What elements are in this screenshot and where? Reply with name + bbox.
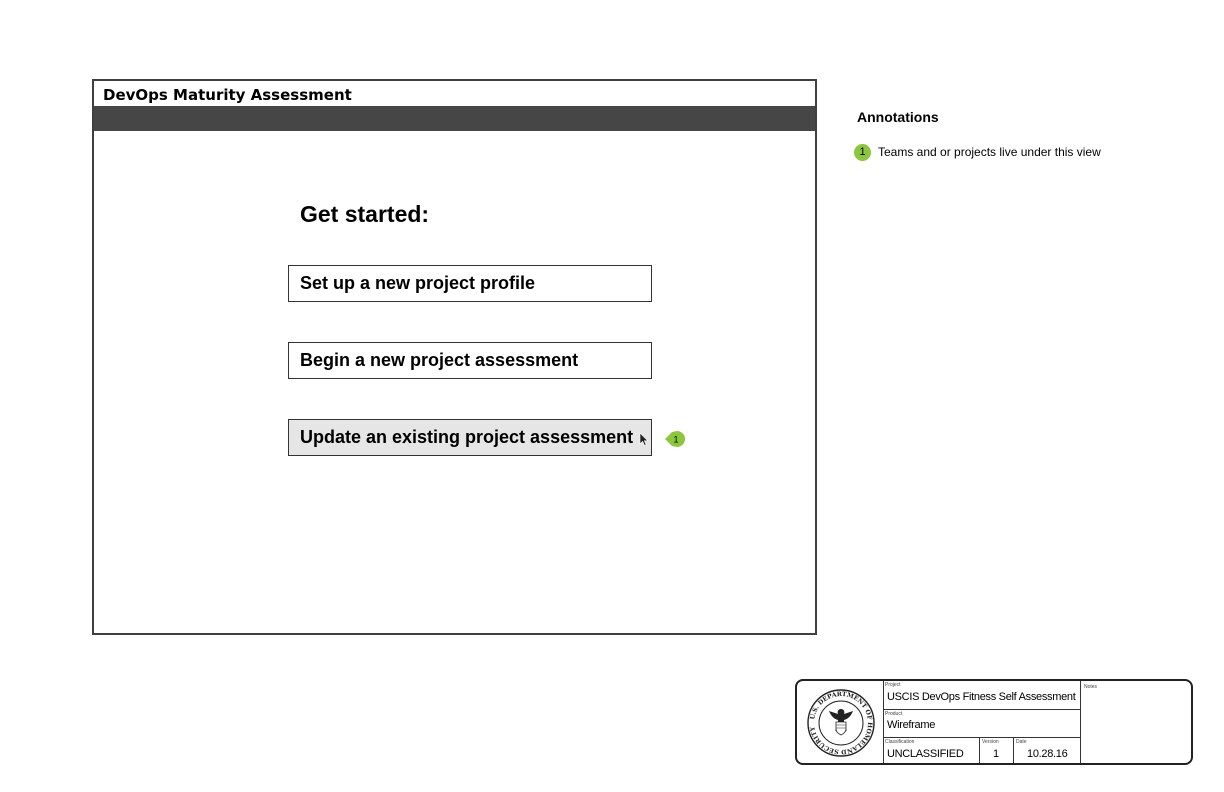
product-value: Wireframe bbox=[887, 719, 936, 731]
version-value: 1 bbox=[993, 748, 999, 760]
notes-label: Notes bbox=[1084, 684, 1098, 690]
annotation-badge: 1 bbox=[854, 144, 871, 161]
dhs-seal-icon: U.S. DEPARTMENT OF HOMELAND SECURITY bbox=[807, 689, 875, 757]
classification-label: Classification bbox=[885, 739, 915, 745]
begin-project-assessment-label: Begin a new project assessment bbox=[300, 350, 579, 370]
version-label: Version bbox=[982, 739, 999, 745]
update-project-assessment-button[interactable]: Update an existing project assessment bbox=[288, 419, 652, 456]
begin-project-assessment-button[interactable]: Begin a new project assessment bbox=[288, 342, 652, 379]
setup-project-profile-button[interactable]: Set up a new project profile bbox=[288, 265, 652, 302]
mouse-cursor-icon bbox=[639, 432, 649, 446]
setup-project-profile-label: Set up a new project profile bbox=[300, 273, 536, 293]
wireframe-window: DevOps Maturity Assessment Get started: … bbox=[92, 79, 817, 635]
annotation-text: Teams and or projects live under this vi… bbox=[878, 145, 1101, 159]
header-bar bbox=[94, 106, 815, 131]
annotation-marker: 1 bbox=[664, 430, 688, 453]
get-started-heading: Get started: bbox=[300, 201, 430, 227]
update-project-assessment-label: Update an existing project assessment bbox=[300, 427, 634, 447]
title-block: U.S. DEPARTMENT OF HOMELAND SECURITY Pro… bbox=[795, 679, 1193, 765]
annotations-title: Annotations bbox=[857, 109, 939, 125]
project-label: Project bbox=[885, 682, 901, 688]
window-title: DevOps Maturity Assessment bbox=[103, 86, 352, 104]
product-label: Product bbox=[885, 711, 903, 717]
date-label: Date bbox=[1016, 739, 1027, 745]
project-value: USCIS DevOps Fitness Self Assessment bbox=[887, 691, 1076, 703]
annotation-marker-number: 1 bbox=[673, 435, 678, 445]
classification-value: UNCLASSIFIED bbox=[887, 748, 964, 760]
date-value: 10.28.16 bbox=[1027, 748, 1068, 760]
